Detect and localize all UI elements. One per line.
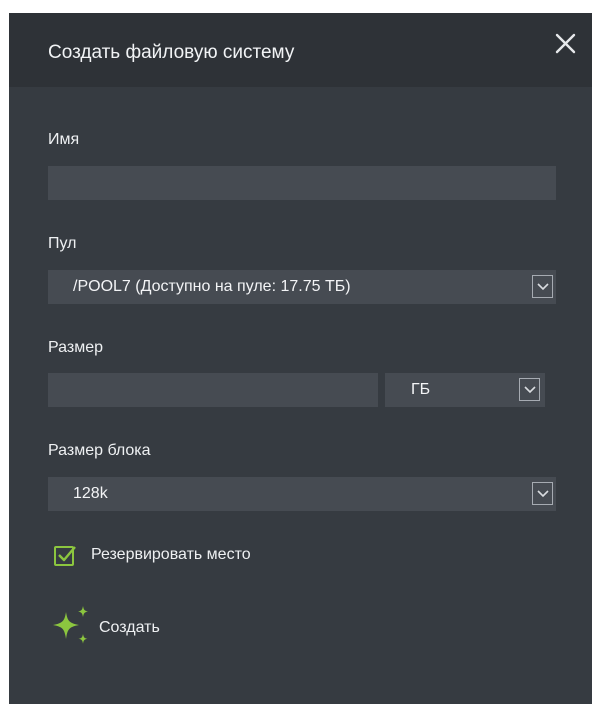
block-size-dropdown-toggle[interactable] xyxy=(532,482,553,505)
size-unit-select[interactable]: ГБ xyxy=(385,373,545,407)
block-size-label: Размер блока xyxy=(48,442,151,459)
size-unit-dropdown-toggle[interactable] xyxy=(519,378,540,401)
pool-dropdown-toggle[interactable] xyxy=(532,275,553,298)
chevron-down-icon xyxy=(524,386,536,394)
size-label: Размер xyxy=(48,339,103,356)
chevron-down-icon xyxy=(537,283,549,291)
size-unit-selected-value: ГБ xyxy=(411,381,431,398)
pool-label: Пул xyxy=(48,235,77,252)
block-size-select[interactable]: 128k xyxy=(48,477,556,511)
sparkles-icon xyxy=(53,606,88,644)
name-input[interactable] xyxy=(48,166,556,200)
reserve-space-label[interactable]: Резервировать место xyxy=(91,546,251,564)
name-label: Имя xyxy=(48,131,80,148)
checkbox-checked-icon xyxy=(54,546,76,566)
pool-selected-value: /POOL7 (Доступно на пуле: 17.75 ТБ) xyxy=(73,278,351,295)
dialog-header: Создать файловую систему xyxy=(9,13,592,87)
create-button-label: Создать xyxy=(99,619,160,636)
create-filesystem-dialog: Создать файловую систему Имя Пул /POOL7 … xyxy=(9,13,592,704)
size-input[interactable] xyxy=(48,373,378,407)
reserve-space-checkbox[interactable] xyxy=(53,544,77,568)
dialog-title: Создать файловую систему xyxy=(48,42,295,63)
close-button[interactable] xyxy=(553,31,579,57)
close-icon xyxy=(555,33,576,54)
pool-select[interactable]: /POOL7 (Доступно на пуле: 17.75 ТБ) xyxy=(48,270,556,304)
create-button[interactable]: Создать xyxy=(49,606,179,650)
chevron-down-icon xyxy=(537,490,549,498)
block-size-selected-value: 128k xyxy=(73,485,108,502)
